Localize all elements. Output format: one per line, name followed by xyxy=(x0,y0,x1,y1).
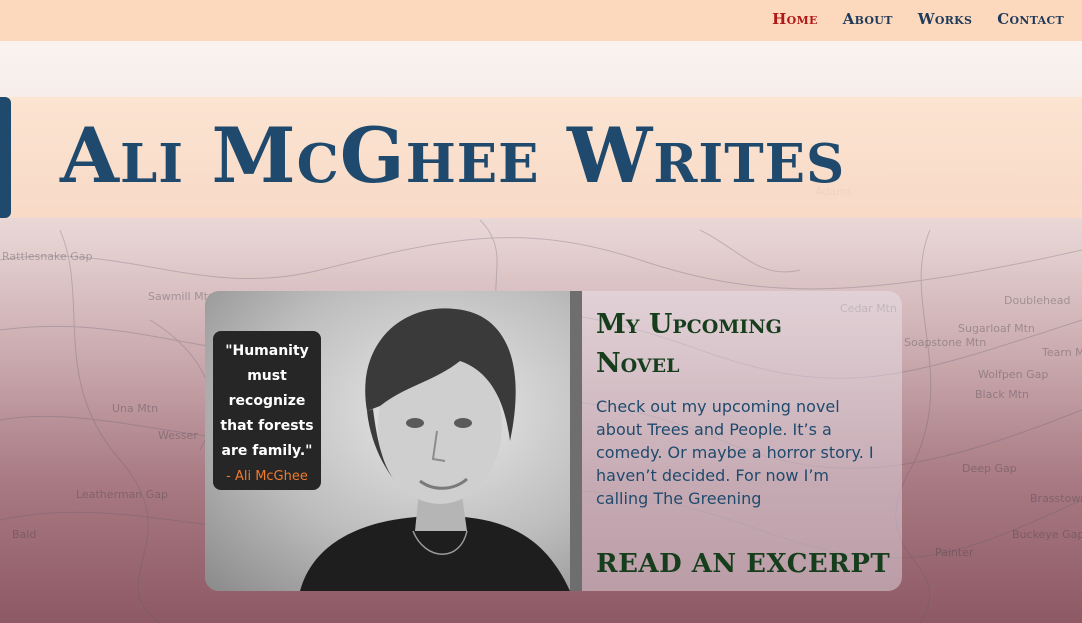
nav-item-about[interactable]: About xyxy=(843,10,893,28)
quote-overlay: "Humanity must recognize that forests ar… xyxy=(213,331,321,490)
map-label: Sugarloaf Mtn xyxy=(958,322,1035,335)
map-label: Leatherman Gap xyxy=(76,488,168,501)
read-excerpt-link[interactable]: READ AN EXCERPT xyxy=(596,549,890,579)
quote-text: "Humanity must recognize that forests ar… xyxy=(220,343,314,459)
hero-banner: Ali McGhee Writes xyxy=(0,97,1082,218)
map-label: Wolfpen Gap xyxy=(978,368,1049,381)
card-description: Check out my upcoming novel about Trees … xyxy=(596,397,874,508)
map-label: Wesser xyxy=(158,429,198,442)
map-label: Rattlesnake Gap xyxy=(2,250,93,263)
main-nav: Home About Works Contact xyxy=(772,10,1064,28)
map-label: Doublehead xyxy=(1004,294,1071,307)
map-label: Brasstown xyxy=(1030,492,1082,505)
map-label: Bald xyxy=(12,528,37,541)
map-label: Buckeye Gap xyxy=(1012,528,1082,541)
top-nav-bar: Home About Works Contact xyxy=(0,0,1082,41)
upcoming-novel-card: "Humanity must recognize that forests ar… xyxy=(205,291,902,591)
map-label: Painter xyxy=(935,546,974,559)
site-title: Ali McGhee Writes xyxy=(60,111,846,200)
map-label: Black Mtn xyxy=(975,388,1030,401)
nav-item-contact[interactable]: Contact xyxy=(997,10,1064,28)
map-label: Soapstone Mtn xyxy=(904,336,987,349)
quote-author: - Ali McGhee xyxy=(226,469,308,484)
nav-item-works[interactable]: Works xyxy=(918,10,973,28)
nav-item-home[interactable]: Home xyxy=(772,10,818,28)
map-label: Una Mtn xyxy=(112,402,159,415)
map-label: Deep Gap xyxy=(962,462,1017,475)
hero-accent-bar xyxy=(0,97,11,218)
card-heading: My Upcoming Novel xyxy=(596,309,782,379)
author-photo: "Humanity must recognize that forests ar… xyxy=(205,291,582,591)
map-label: Tearn Mtn xyxy=(1042,346,1082,359)
card-body: My Upcoming Novel Check out my upcoming … xyxy=(596,305,886,510)
